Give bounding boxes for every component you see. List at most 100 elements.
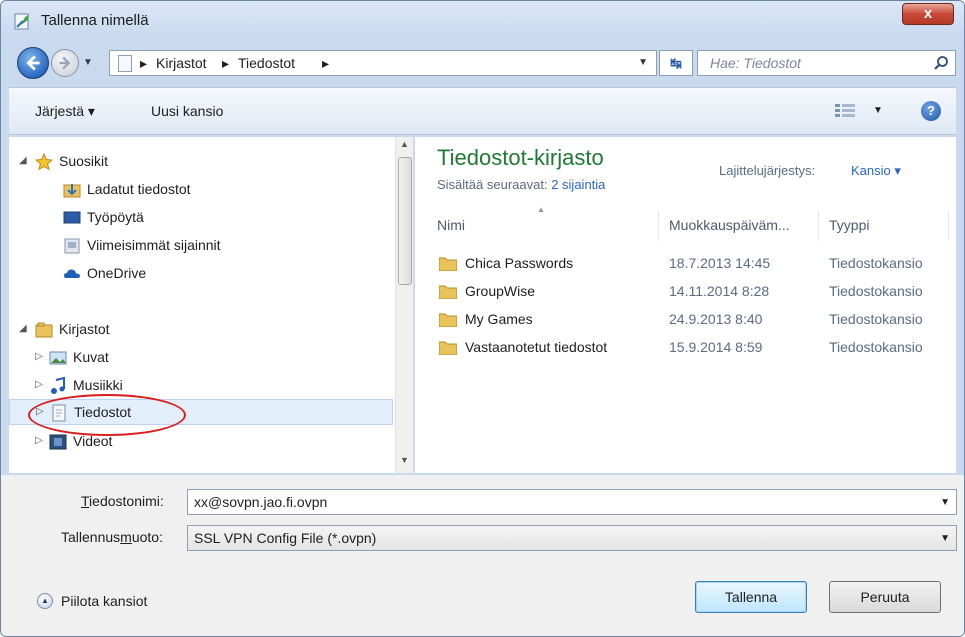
close-button[interactable]: x: [902, 3, 954, 25]
file-name: Vastaanotetut tiedostot: [465, 339, 608, 355]
filename-input[interactable]: xx@sovpn.jao.fi.ovpn: [194, 494, 327, 510]
library-title: Tiedostot-kirjasto: [437, 145, 604, 170]
cancel-button[interactable]: Peruuta: [829, 581, 941, 613]
file-date: 24.9.2013 8:40: [669, 311, 763, 327]
save-type-select[interactable]: SSL VPN Config File (*.ovpn) ▼: [187, 525, 957, 551]
file-row[interactable]: Chica Passwords 18.7.2013 14:45 Tiedosto…: [429, 250, 949, 278]
hide-folders-icon[interactable]: ▲: [37, 593, 53, 609]
view-dropdown-icon[interactable]: ▼: [873, 105, 883, 116]
nav-label-music: Musiikki: [73, 377, 123, 393]
save-dialog-icon: [14, 13, 29, 30]
column-header-type[interactable]: Tyyppi: [821, 211, 949, 241]
nav-label-recent-places: Viimeisimmät sijainnit: [87, 237, 221, 253]
libraries-folder-icon: [35, 322, 53, 338]
folder-icon: [439, 313, 457, 327]
new-folder-button[interactable]: Uusi kansio: [151, 103, 223, 119]
folder-icon: [439, 341, 457, 355]
file-name: GroupWise: [465, 283, 536, 299]
expand-arrow-icon[interactable]: ▷: [35, 435, 43, 446]
scrollbar-thumb[interactable]: [398, 157, 412, 285]
address-bar[interactable]: ▸ Kirjastot ▸ Tiedostot ▸ ▼: [109, 50, 657, 76]
filename-label-accesskey: T: [81, 493, 90, 509]
back-button[interactable]: [17, 47, 49, 79]
file-list-pane: Tiedostot-kirjasto Sisältää seuraavat: 2…: [415, 137, 956, 473]
nav-item-onedrive[interactable]: OneDrive: [9, 261, 393, 287]
breadcrumb-kirjastot[interactable]: Kirjastot: [156, 55, 207, 71]
file-date: 15.9.2014 8:59: [669, 339, 763, 355]
title-bar[interactable]: Tallenna nimellä x: [1, 1, 964, 41]
scroll-up-icon[interactable]: ▲: [400, 139, 409, 149]
nav-item-pictures[interactable]: ▷ Kuvat: [9, 345, 393, 371]
nav-label-downloads: Ladatut tiedostot: [87, 181, 191, 197]
nav-item-downloads[interactable]: Ladatut tiedostot: [9, 177, 393, 203]
collapse-arrow-icon[interactable]: ◢: [19, 323, 27, 334]
save-options-panel: Tiedostonimi: xx@sovpn.jao.fi.ovpn ▼ Tal…: [1, 475, 964, 636]
filename-field[interactable]: xx@sovpn.jao.fi.ovpn ▼: [187, 489, 957, 515]
collapse-arrow-icon[interactable]: ◢: [19, 155, 27, 166]
expand-arrow-icon[interactable]: ▷: [35, 379, 43, 390]
save-as-dialog: Tallenna nimellä x ▼ ▸ Kirjastot ▸ Tiedo…: [0, 0, 965, 637]
navigation-bar: ▼ ▸ Kirjastot ▸ Tiedostot ▸ ▼ ↹ Hae: Tie…: [9, 41, 956, 83]
view-options-icon[interactable]: [835, 104, 855, 118]
address-dropdown-icon[interactable]: ▼: [638, 57, 648, 68]
breadcrumb-separator-icon[interactable]: ▸: [140, 55, 147, 72]
format-label: Tallennusmuoto:: [61, 529, 163, 545]
forward-button[interactable]: [51, 49, 79, 77]
save-button[interactable]: Tallenna: [695, 581, 807, 613]
column-header-name[interactable]: Nimi: [429, 211, 659, 241]
downloads-folder-icon: [63, 184, 81, 198]
subtitle-prefix: Sisältää seuraavat:: [437, 177, 548, 192]
sort-label: Lajittelujärjestys:: [719, 163, 816, 178]
format-label-accesskey: m: [120, 529, 132, 545]
nav-label-desktop: Työpöytä: [87, 209, 144, 225]
nav-label-favorites: Suosikit: [59, 153, 109, 169]
search-icon[interactable]: [933, 55, 949, 71]
sort-dropdown[interactable]: Kansio ▾: [851, 163, 901, 179]
nav-label-pictures: Kuvat: [73, 349, 109, 365]
file-date: 14.11.2014 8:28: [669, 283, 770, 299]
scroll-down-icon[interactable]: ▼: [400, 455, 409, 465]
search-input[interactable]: Hae: Tiedostot: [710, 55, 801, 71]
nav-item-music[interactable]: ▷ Musiikki: [9, 373, 393, 399]
videos-icon: [49, 434, 67, 450]
nav-item-libraries[interactable]: ◢ Kirjastot: [9, 317, 393, 343]
save-type-value: SSL VPN Config File (*.ovpn): [194, 530, 377, 546]
locations-link[interactable]: 2 sijaintia: [551, 177, 605, 192]
save-type-dropdown-icon[interactable]: ▼: [940, 533, 950, 544]
recent-places-icon: [64, 238, 80, 254]
filename-dropdown-icon[interactable]: ▼: [940, 497, 950, 508]
nav-item-recent-places[interactable]: Viimeisimmät sijainnit: [9, 233, 393, 259]
file-type: Tiedostokansio: [829, 339, 923, 355]
refresh-icon: ↹: [670, 55, 682, 71]
search-box[interactable]: Hae: Tiedostot: [697, 50, 956, 76]
refresh-button[interactable]: ↹: [659, 50, 693, 76]
format-label-suffix: uoto:: [131, 529, 163, 545]
breadcrumb-separator-icon[interactable]: ▸: [222, 55, 229, 72]
file-name: Chica Passwords: [465, 255, 574, 271]
hide-folders-button[interactable]: Piilota kansiot: [61, 593, 147, 609]
column-header-date[interactable]: Muokkauspäiväm...: [661, 211, 819, 241]
help-icon[interactable]: ?: [921, 101, 941, 121]
organize-button[interactable]: Järjestä ▾: [35, 103, 95, 120]
nav-item-desktop[interactable]: Työpöytä: [9, 205, 393, 231]
pictures-icon: [49, 351, 67, 365]
file-row[interactable]: Vastaanotetut tiedostot 15.9.2014 8:59 T…: [429, 334, 949, 362]
library-subtitle: Sisältää seuraavat: 2 sijaintia: [437, 177, 605, 192]
breadcrumb-tiedostot[interactable]: Tiedostot: [238, 55, 295, 71]
window-title: Tallenna nimellä: [41, 12, 149, 29]
filename-label-text: iedostonimi:: [89, 493, 164, 509]
expand-arrow-icon[interactable]: ▷: [35, 351, 43, 362]
format-label-text: Tallennus: [61, 529, 121, 545]
star-icon: [35, 153, 53, 171]
nav-item-favorites[interactable]: ◢ Suosikit: [9, 149, 393, 175]
file-type: Tiedostokansio: [829, 311, 923, 327]
recent-locations-dropdown[interactable]: ▼: [83, 57, 93, 68]
file-name: My Games: [465, 311, 533, 327]
nav-pane-scrollbar[interactable]: ▲ ▼: [395, 137, 413, 473]
back-arrow-icon: [26, 55, 40, 71]
breadcrumb-separator-icon[interactable]: ▸: [322, 55, 329, 72]
nav-label-libraries: Kirjastot: [59, 321, 110, 337]
file-row[interactable]: My Games 24.9.2013 8:40 Tiedostokansio: [429, 306, 949, 334]
file-row[interactable]: GroupWise 14.11.2014 8:28 Tiedostokansio: [429, 278, 949, 306]
file-date: 18.7.2013 14:45: [669, 255, 771, 271]
